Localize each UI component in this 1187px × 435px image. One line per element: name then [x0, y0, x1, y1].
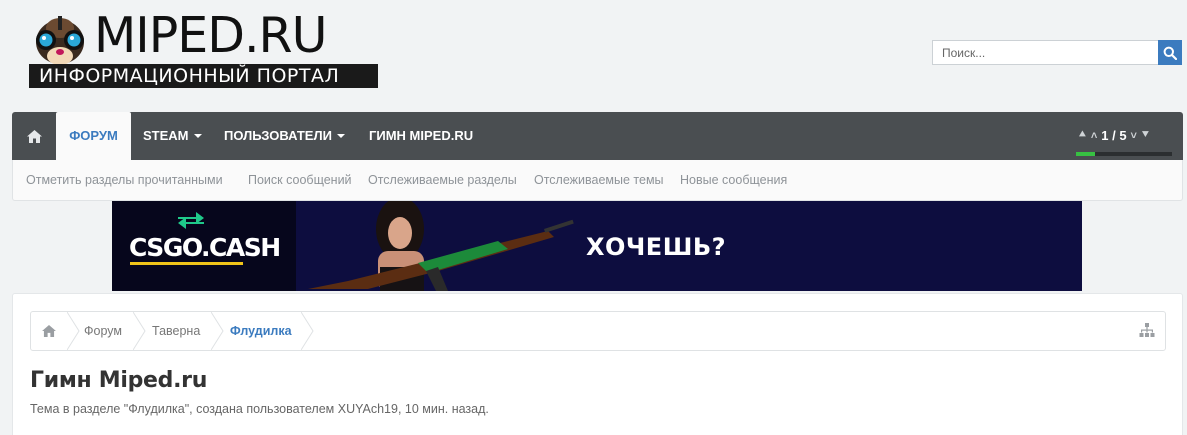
chevron-up-icon[interactable]: ˄: [1091, 130, 1097, 142]
pager-progress-fill: [1076, 152, 1096, 156]
logo-subtitle: ИНФОРМАЦИОННЫЙ ПОРТАЛ: [29, 64, 378, 88]
site-logo[interactable]: MIPED.RU ИНФОРМАЦИОННЫЙ ПОРТАЛ: [28, 8, 380, 90]
home-icon: [42, 325, 56, 337]
exchange-arrows-icon: [178, 212, 204, 229]
sitemap-icon[interactable]: [1139, 323, 1155, 338]
chevron-down-icon: [193, 133, 202, 138]
breadcrumb: Форум Таверна Флудилка: [30, 311, 1166, 351]
search-button[interactable]: [1158, 40, 1182, 65]
tab-anthem[interactable]: ГИМН MIPED.RU: [369, 112, 473, 160]
banner-figure-image: [308, 201, 574, 291]
pager-progress-bar: [1076, 152, 1172, 156]
double-chevron-up-icon[interactable]: ⯅: [1078, 129, 1087, 142]
main-nav: ФОРУМ STEAM ПОЛЬЗОВАТЕЛИ ГИМН MIPED.RU ⯅…: [12, 112, 1183, 161]
tab-steam-label: STEAM: [143, 128, 189, 143]
watched-forums-link[interactable]: Отслеживаемые разделы: [368, 173, 517, 187]
breadcrumb-separator: [67, 312, 80, 350]
chevron-down-icon: [336, 133, 345, 138]
banner-cta: ХОЧЕШЬ?: [586, 233, 727, 261]
double-chevron-down-icon[interactable]: ⯆: [1141, 129, 1150, 142]
mascot-icon: [36, 16, 84, 65]
page-title: Гимн Miped.ru: [30, 368, 208, 393]
page-navigator: ⯅ ˄ 1 / 5 ˅ ⯆: [1078, 128, 1150, 143]
tab-anthem-label: ГИМН MIPED.RU: [369, 128, 474, 143]
banner-brand: CSGO.CASH: [129, 233, 281, 262]
breadcrumb-home[interactable]: [31, 312, 67, 350]
ad-banner[interactable]: CSGO.CASH ХОЧЕШЬ?: [112, 201, 1082, 291]
breadcrumb-separator: [133, 312, 146, 350]
breadcrumb-separator: [211, 312, 224, 350]
logo-title: MIPED.RU: [94, 7, 327, 64]
content-panel: Форум Таверна Флудилка Гимн Miped.ru Тем…: [12, 293, 1183, 435]
mark-forums-read-link[interactable]: Отметить разделы прочитанными: [26, 173, 223, 187]
thread-meta: Тема в разделе "Флудилка", создана польз…: [30, 402, 489, 416]
tab-forum-label: ФОРУМ: [69, 128, 118, 143]
tab-users-label: ПОЛЬЗОВАТЕЛИ: [224, 128, 332, 143]
search-box: [932, 40, 1182, 65]
breadcrumb-flood[interactable]: Флудилка: [230, 324, 292, 338]
tab-steam[interactable]: STEAM: [143, 112, 202, 160]
search-icon: [1163, 46, 1177, 60]
tab-users[interactable]: ПОЛЬЗОВАТЕЛИ: [224, 112, 345, 160]
breadcrumb-tavern[interactable]: Таверна: [152, 324, 200, 338]
search-input[interactable]: [932, 40, 1158, 65]
breadcrumb-separator: [301, 312, 314, 350]
tab-forum[interactable]: ФОРУМ: [56, 112, 131, 161]
sub-nav: Отметить разделы прочитанными Поиск сооб…: [12, 160, 1183, 201]
pager-text: 1 / 5: [1101, 128, 1127, 143]
new-posts-link[interactable]: Новые сообщения: [680, 173, 787, 187]
home-icon: [26, 129, 42, 143]
nav-home-button[interactable]: [12, 112, 56, 160]
chevron-down-icon[interactable]: ˅: [1131, 130, 1137, 142]
banner-brand-underline: [130, 262, 243, 265]
watched-threads-link[interactable]: Отслеживаемые темы: [534, 173, 664, 187]
breadcrumb-forum[interactable]: Форум: [84, 324, 122, 338]
search-messages-link[interactable]: Поиск сообщений: [248, 173, 352, 187]
